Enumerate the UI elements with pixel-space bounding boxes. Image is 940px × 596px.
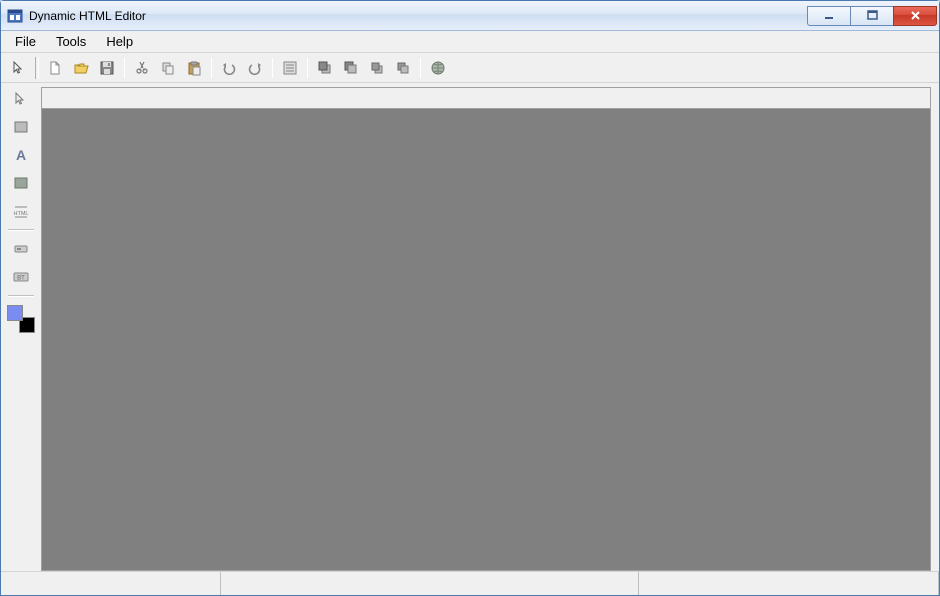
side-text-tool[interactable]: A (9, 143, 33, 167)
toolbar-separator (272, 58, 273, 78)
foreground-color-swatch[interactable] (7, 305, 23, 321)
paste-button[interactable] (182, 56, 206, 80)
redo-button[interactable] (243, 56, 267, 80)
status-pane-1 (1, 572, 221, 595)
menu-file[interactable]: File (5, 32, 46, 51)
web-preview-button[interactable] (426, 56, 450, 80)
toolbar-separator (307, 58, 308, 78)
title-bar[interactable]: Dynamic HTML Editor (1, 1, 939, 31)
side-html-tool[interactable]: HTML (9, 199, 33, 223)
properties-button[interactable] (278, 56, 302, 80)
main-toolbar (1, 53, 939, 83)
undo-button[interactable] (217, 56, 241, 80)
send-backward-button[interactable] (391, 56, 415, 80)
application-window: Dynamic HTML Editor File Tools Help (0, 0, 940, 596)
canvas[interactable] (41, 109, 931, 571)
menu-bar: File Tools Help (1, 31, 939, 53)
send-to-back-button[interactable] (339, 56, 363, 80)
window-title: Dynamic HTML Editor (29, 9, 808, 23)
side-form-button-tool[interactable] (9, 237, 33, 261)
save-button[interactable] (95, 56, 119, 80)
side-separator (8, 295, 34, 297)
canvas-zone (41, 87, 931, 571)
open-button[interactable] (69, 56, 93, 80)
side-tool-palette: A HTML BT (1, 83, 41, 571)
workspace: A HTML BT (1, 83, 939, 571)
side-text-button-tool[interactable]: BT (9, 265, 33, 289)
side-separator (8, 229, 34, 231)
toolbar-separator (124, 58, 125, 78)
menu-help[interactable]: Help (96, 32, 143, 51)
svg-text:HTML: HTML (14, 211, 29, 217)
side-select-tool[interactable] (9, 87, 33, 111)
side-rectangle-tool[interactable] (9, 115, 33, 139)
toolbar-separator (420, 58, 421, 78)
bring-to-front-button[interactable] (313, 56, 337, 80)
maximize-button[interactable] (850, 6, 894, 26)
svg-text:A: A (16, 147, 26, 163)
status-pane-3 (639, 572, 939, 595)
window-controls (808, 6, 937, 26)
minimize-button[interactable] (807, 6, 851, 26)
close-button[interactable] (893, 6, 937, 26)
status-pane-2 (221, 572, 639, 595)
app-icon (7, 8, 23, 24)
cut-button[interactable] (130, 56, 154, 80)
select-tool-button[interactable] (7, 56, 31, 80)
ruler-horizontal (41, 87, 931, 109)
color-swatch[interactable] (7, 305, 35, 333)
side-image-tool[interactable] (9, 171, 33, 195)
svg-text:BT: BT (17, 276, 25, 282)
menu-tools[interactable]: Tools (46, 32, 96, 51)
toolbar-grip[interactable] (35, 57, 39, 79)
bring-forward-button[interactable] (365, 56, 389, 80)
copy-button[interactable] (156, 56, 180, 80)
status-bar (1, 571, 939, 595)
new-button[interactable] (43, 56, 67, 80)
toolbar-separator (211, 58, 212, 78)
